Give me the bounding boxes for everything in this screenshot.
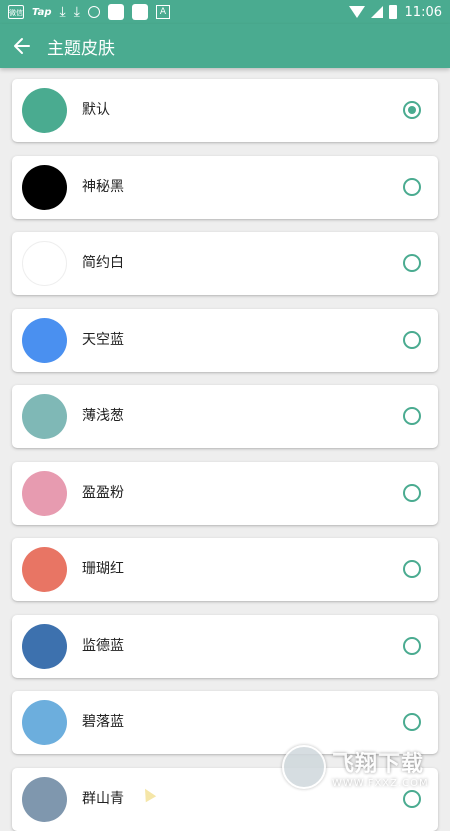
- theme-name: 薄浅葱: [82, 408, 124, 424]
- app-icon: [107, 4, 124, 20]
- theme-color-swatch: [22, 164, 67, 210]
- watermark-logo: [282, 745, 326, 789]
- watermark-url: WWW.FXXZ.COM: [332, 777, 429, 789]
- theme-color-swatch: [22, 547, 67, 592]
- theme-name: 默认: [82, 102, 110, 118]
- download-icon: ⤓: [59, 4, 66, 20]
- status-time: 11:06: [404, 4, 442, 20]
- theme-color-swatch: [22, 623, 67, 669]
- theme-name: 珊瑚红: [82, 561, 124, 577]
- theme-color-swatch: [22, 394, 67, 439]
- theme-radio[interactable]: [403, 254, 421, 272]
- theme-radio[interactable]: [403, 789, 421, 808]
- theme-color-swatch: [22, 470, 67, 516]
- status-right-icons: 11:06: [348, 4, 442, 20]
- status-bar: 微信 Tap ⤓ ⤓ A 11:06: [0, 0, 450, 24]
- signal-icon: [370, 6, 383, 18]
- battery-icon: [388, 5, 397, 19]
- theme-item[interactable]: 神秘黑: [12, 155, 438, 219]
- theme-color-swatch: [22, 317, 67, 363]
- app-bar: 主题皮肤: [0, 24, 450, 68]
- app-icon: [131, 4, 148, 20]
- wechat-icon: 微信: [8, 5, 24, 19]
- wifi-icon: [348, 6, 365, 18]
- a-icon: A: [155, 5, 170, 19]
- theme-radio[interactable]: [403, 560, 421, 578]
- shield-icon: [87, 6, 100, 18]
- theme-radio[interactable]: [403, 407, 421, 425]
- page-title: 主题皮肤: [47, 38, 115, 59]
- back-button[interactable]: [0, 24, 44, 68]
- theme-radio[interactable]: [403, 636, 421, 655]
- theme-item[interactable]: 珊瑚红: [12, 538, 438, 601]
- theme-radio[interactable]: [403, 177, 421, 196]
- tap-icon: Tap: [32, 6, 52, 18]
- theme-item[interactable]: 薄浅葱: [12, 385, 438, 448]
- theme-item[interactable]: 简约白: [12, 232, 438, 295]
- watermark-text: 飞翔下载 WWW.FXXZ.COM: [332, 746, 429, 789]
- theme-item[interactable]: 监德蓝: [12, 614, 438, 678]
- theme-name: 碧落蓝: [82, 714, 124, 730]
- download-icon: ⤓: [73, 4, 80, 20]
- theme-item[interactable]: 盈盈粉: [12, 461, 438, 525]
- theme-color-swatch: [22, 241, 67, 286]
- theme-name: 神秘黑: [82, 178, 124, 195]
- theme-radio[interactable]: [403, 101, 421, 119]
- watermark: 飞翔下载 WWW.FXXZ.COM: [282, 742, 442, 792]
- theme-color-swatch: [22, 776, 67, 822]
- theme-name: 盈盈粉: [82, 484, 124, 501]
- theme-item[interactable]: 天空蓝: [12, 308, 438, 372]
- theme-item[interactable]: 默认: [12, 79, 438, 142]
- theme-name: 监德蓝: [82, 637, 124, 654]
- theme-name: 天空蓝: [82, 331, 124, 348]
- theme-name: 简约白: [82, 255, 124, 271]
- status-left-icons: 微信 Tap ⤓ ⤓ A: [8, 4, 170, 20]
- theme-name: 群山青: [82, 790, 124, 807]
- watermark-main: 飞翔下载: [332, 751, 425, 777]
- theme-color-swatch: [22, 88, 67, 133]
- theme-color-swatch: [22, 700, 67, 745]
- theme-radio[interactable]: [403, 713, 421, 731]
- theme-radio[interactable]: [403, 330, 421, 349]
- theme-radio[interactable]: [403, 483, 421, 502]
- arrow-left-icon: [14, 38, 30, 54]
